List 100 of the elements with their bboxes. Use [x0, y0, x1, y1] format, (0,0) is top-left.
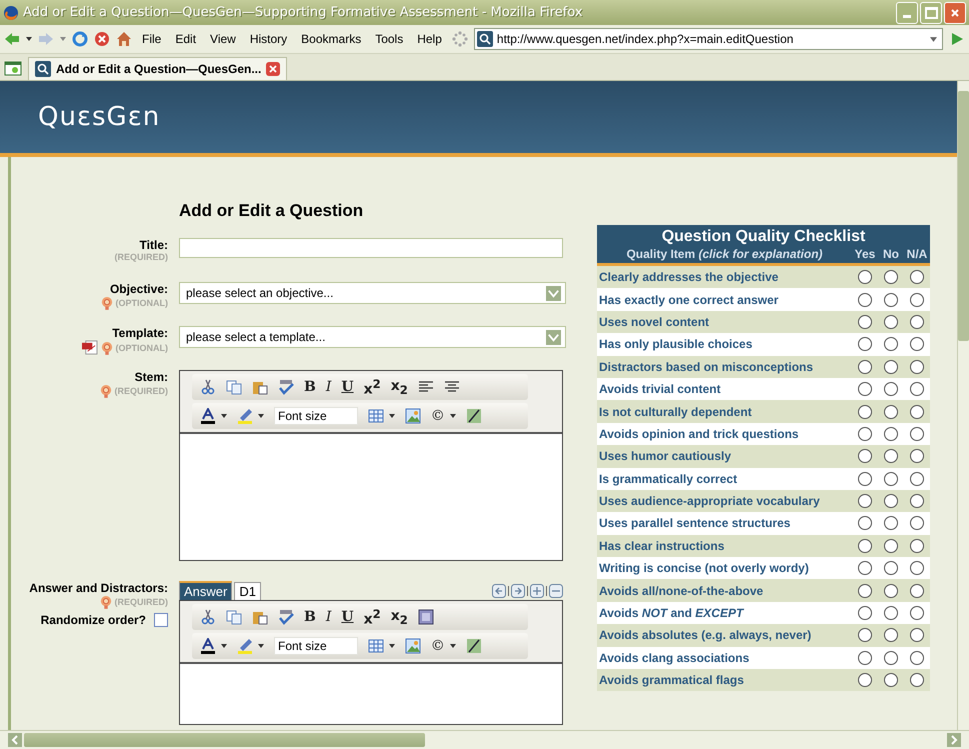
- radio-button[interactable]: [858, 628, 872, 642]
- radio-button[interactable]: [910, 628, 924, 642]
- dropdown-icon[interactable]: [388, 644, 395, 648]
- radio-button[interactable]: [884, 382, 898, 396]
- radio-button[interactable]: [884, 314, 898, 329]
- radio-button[interactable]: [910, 673, 924, 688]
- go-icon[interactable]: [949, 31, 965, 47]
- font-size-select[interactable]: Font size: [274, 637, 358, 655]
- menu-item[interactable]: Bookmarks: [301, 32, 362, 46]
- select-field[interactable]: please select an objective...: [179, 282, 566, 304]
- radio-button[interactable]: [910, 494, 924, 508]
- radio-button[interactable]: [884, 650, 898, 665]
- radio-button[interactable]: [884, 516, 898, 530]
- radio-button[interactable]: [858, 382, 872, 396]
- randomize-checkbox[interactable]: [154, 613, 168, 627]
- spellcheck-icon[interactable]: [278, 379, 294, 395]
- radio-button[interactable]: [910, 292, 924, 307]
- radio-button[interactable]: [858, 650, 872, 665]
- radio-button[interactable]: [910, 270, 924, 284]
- radio-button[interactable]: [910, 650, 924, 665]
- copy-icon[interactable]: [226, 379, 242, 395]
- highlight-icon[interactable]: [237, 408, 253, 424]
- browser-tab[interactable]: Add or Edit a Question—QuesGen...: [28, 57, 288, 80]
- radio-button[interactable]: [884, 628, 898, 642]
- word-count-icon[interactable]: [466, 638, 482, 654]
- radio-button[interactable]: [858, 516, 872, 530]
- site-logo[interactable]: QuεsGεn: [38, 102, 160, 132]
- script-button[interactable]: x$_{2}$: [390, 608, 408, 626]
- radio-button[interactable]: [884, 360, 898, 374]
- dropdown-icon[interactable]: [221, 414, 227, 418]
- font-color-icon[interactable]: [200, 638, 216, 654]
- image-icon[interactable]: [404, 638, 421, 654]
- font-color-icon[interactable]: [200, 408, 216, 424]
- select-field[interactable]: please select a template...: [179, 326, 566, 348]
- dropdown-icon[interactable]: [388, 414, 395, 418]
- radio-button[interactable]: [858, 472, 872, 486]
- menu-item[interactable]: History: [250, 32, 288, 46]
- script-button[interactable]: x$^{2}$: [364, 606, 381, 628]
- dropdown-icon[interactable]: [450, 644, 456, 648]
- paste-icon[interactable]: [252, 379, 268, 395]
- menu-item[interactable]: Edit: [175, 32, 196, 46]
- dropdown-icon[interactable]: [221, 644, 227, 648]
- close-tab-icon[interactable]: [266, 62, 280, 76]
- stop-icon[interactable]: [94, 31, 110, 47]
- close-button[interactable]: [944, 2, 966, 24]
- radio-button[interactable]: [884, 426, 898, 441]
- title-field[interactable]: [179, 238, 563, 258]
- remove-icon[interactable]: [549, 584, 563, 598]
- dropdown-icon[interactable]: [26, 37, 32, 41]
- cut-icon[interactable]: [200, 609, 216, 625]
- menu-item[interactable]: Help: [417, 32, 442, 46]
- template-icon[interactable]: [418, 609, 434, 625]
- new-tab-icon[interactable]: [4, 60, 22, 76]
- radio-button[interactable]: [858, 292, 872, 307]
- help-icon[interactable]: [100, 384, 112, 398]
- help-icon[interactable]: [100, 595, 112, 609]
- radio-button[interactable]: [884, 449, 898, 464]
- radio-button[interactable]: [884, 606, 898, 620]
- highlight-icon[interactable]: [237, 638, 253, 654]
- radio-button[interactable]: [910, 360, 924, 374]
- radio-button[interactable]: [884, 337, 898, 352]
- radio-button[interactable]: [858, 314, 872, 329]
- radio-button[interactable]: [858, 606, 872, 620]
- radio-button[interactable]: [858, 494, 872, 508]
- bold-button[interactable]: B: [304, 379, 316, 395]
- image-icon[interactable]: [404, 408, 421, 424]
- radio-button[interactable]: [910, 561, 924, 576]
- radio-button[interactable]: [910, 538, 924, 553]
- menu-item[interactable]: View: [210, 32, 236, 46]
- radio-button[interactable]: [910, 449, 924, 464]
- radio-button[interactable]: [910, 606, 924, 620]
- radio-button[interactable]: [884, 673, 898, 688]
- radio-button[interactable]: [884, 584, 898, 598]
- italic-button[interactable]: I: [326, 379, 332, 395]
- spellcheck-icon[interactable]: [278, 609, 294, 625]
- radio-button[interactable]: [910, 314, 924, 329]
- word-count-icon[interactable]: [466, 408, 482, 424]
- move-right-icon[interactable]: [511, 584, 525, 598]
- radio-button[interactable]: [884, 472, 898, 486]
- radio-button[interactable]: [858, 538, 872, 553]
- radio-button[interactable]: [858, 561, 872, 576]
- radio-button[interactable]: [858, 270, 872, 284]
- add-icon[interactable]: [530, 584, 544, 598]
- menu-item[interactable]: File: [142, 32, 162, 46]
- radio-button[interactable]: [858, 360, 872, 374]
- font-size-select[interactable]: Font size: [274, 407, 358, 425]
- script-button[interactable]: x$^{2}$: [364, 376, 381, 398]
- radio-button[interactable]: [858, 584, 872, 598]
- radio-button[interactable]: [884, 538, 898, 553]
- rich-text-editor[interactable]: B I U x$^{2}$ x$_{2}$ Font size ©: [179, 600, 563, 725]
- symbol-button[interactable]: ©: [430, 638, 445, 654]
- paste-icon[interactable]: [252, 609, 268, 625]
- vertical-scrollbar[interactable]: [957, 81, 969, 730]
- home-icon[interactable]: [116, 31, 132, 47]
- radio-button[interactable]: [910, 382, 924, 396]
- script-button[interactable]: x$_{2}$: [390, 378, 408, 396]
- symbol-button[interactable]: ©: [430, 408, 445, 424]
- move-left-icon[interactable]: [492, 584, 506, 598]
- underline-button[interactable]: U: [341, 609, 354, 625]
- radio-button[interactable]: [858, 404, 872, 419]
